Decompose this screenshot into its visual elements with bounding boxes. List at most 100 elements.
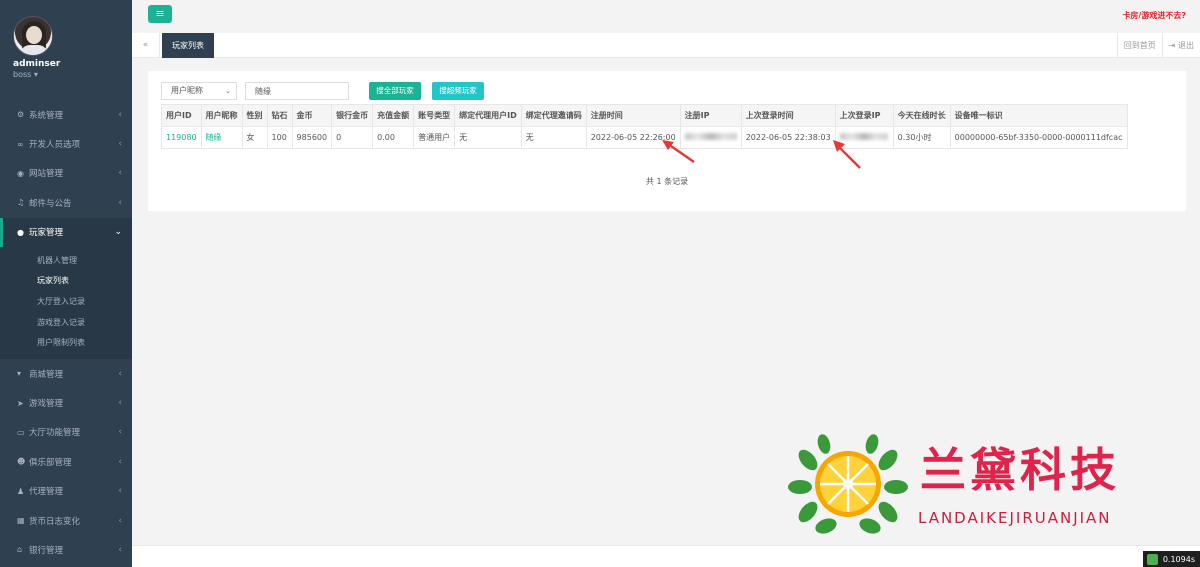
sidebar-subitem-player-list[interactable]: 玩家列表: [0, 271, 132, 292]
orange-logo-icon: [788, 434, 908, 534]
user-role-dropdown[interactable]: boss ▾: [13, 70, 38, 79]
sidebar-item-agent[interactable]: ♟ 代理管理 ‹: [0, 476, 132, 505]
chevron-left-icon: ‹: [118, 139, 122, 150]
sidebar-menu: ⚙ 系统管理 ‹ ∞ 开发人员选项 ‹ ◉ 网站管理 ‹ ♫ 邮件与公告 ‹ ● 玩家管理 ⌄ 机器…: [0, 100, 132, 565]
gender-cell: 女: [241, 126, 268, 149]
sidebar-item-club[interactable]: ☻ 俱乐部管理 ‹: [0, 447, 132, 476]
chevron-left-icon: ‹: [118, 168, 122, 179]
column-header[interactable]: 今天在线时长: [892, 104, 951, 127]
money-icon: ▦: [17, 516, 25, 526]
chevron-left-icon: ‹: [118, 398, 122, 408]
search-exact-players-button[interactable]: 搜超频玩家: [432, 82, 484, 100]
agent-icon: ♟: [17, 486, 25, 496]
chevron-left-icon: ‹: [118, 456, 122, 467]
link-icon: ∞: [17, 139, 24, 149]
help-link[interactable]: 卡房/游戏进不去?: [1122, 10, 1186, 21]
sidebar-subitem-user-limits[interactable]: 用户限制列表: [0, 332, 132, 353]
column-header[interactable]: 绑定代理邀请码: [520, 104, 587, 127]
device-id-cell: 00000000-65bf-3350-0000-0000111dfcac: [949, 126, 1128, 149]
account-type-cell: 普通用户: [413, 126, 456, 149]
sidebar-item-currency-log[interactable]: ▦ 货币日志变化 ‹: [0, 506, 132, 535]
globe-icon: ◉: [17, 168, 24, 178]
sidebar-subitem-game-login[interactable]: 游戏登入记录: [0, 312, 132, 333]
column-header[interactable]: 用户ID: [161, 104, 202, 127]
sidebar-item-website[interactable]: ◉ 网站管理 ‹: [0, 159, 132, 188]
players-submenu: 机器人管理 玩家列表 大厅登入记录 游戏登入记录 用户限制列表: [0, 246, 132, 359]
annotation-arrow-register: [662, 140, 695, 163]
chevron-left-icon: ‹: [118, 427, 122, 438]
chevron-left-icon: ‹: [118, 486, 122, 497]
column-header[interactable]: 绑定代理用户ID: [454, 104, 522, 127]
table-row: 119080 随缘 女 100 985600 0 0.00 普通用户 无 无 2…: [161, 126, 1128, 149]
chevron-left-icon: ‹: [118, 368, 122, 379]
bank-gold-cell: 0: [331, 126, 374, 149]
double-chevron-left-icon: «: [142, 40, 149, 50]
gears-icon: ⚙: [17, 110, 25, 120]
footer: 0.1094s: [132, 545, 1200, 567]
column-header[interactable]: 金币: [291, 104, 333, 127]
tab-bar: « 玩家列表 回到首页 ⇥ 退出: [132, 33, 1200, 58]
rocket-icon: ➤: [17, 398, 24, 408]
table-header-row: 用户ID 用户昵称 性别 钻石 金币 银行金币 充值金额 账号类型 绑定代理用户…: [161, 104, 1128, 127]
column-header[interactable]: 充值金额: [372, 104, 415, 127]
user-id-link[interactable]: 119080: [161, 126, 202, 149]
column-header[interactable]: 注册IP: [679, 104, 742, 127]
diamond-cell: 100: [266, 126, 293, 149]
bank-icon: ⌂: [17, 545, 23, 555]
online-duration-cell: 0.30小时: [892, 126, 951, 149]
record-count: 共 1 条记录: [645, 177, 689, 186]
column-header[interactable]: 上次登录IP: [834, 104, 894, 127]
avatar[interactable]: [13, 16, 53, 56]
username: adminser: [13, 59, 61, 69]
column-header[interactable]: 设备唯一标识: [949, 104, 1128, 127]
recharge-cell: 0.00: [372, 126, 415, 149]
chevron-down-icon: ⌄: [225, 87, 231, 95]
user-icon: ●: [17, 227, 24, 237]
sidebar-item-players[interactable]: ● 玩家管理 ⌄: [0, 217, 132, 247]
annotation-arrow-last-login: [833, 140, 861, 169]
sidebar-item-system[interactable]: ⚙ 系统管理 ‹: [0, 100, 132, 129]
search-input[interactable]: [245, 82, 349, 100]
player-table: 用户ID 用户昵称 性别 钻石 金币 银行金币 充值金额 账号类型 绑定代理用户…: [161, 104, 1128, 149]
column-header[interactable]: 用户昵称: [200, 104, 243, 127]
chevron-down-icon: ⌄: [114, 227, 122, 238]
logout-button[interactable]: ⇥ 退出: [1161, 33, 1200, 58]
column-header[interactable]: 性别: [241, 104, 268, 127]
sidebar-item-lobby[interactable]: ▭ 大厅功能管理 ‹: [0, 418, 132, 447]
load-timer-badge: 0.1094s: [1142, 551, 1200, 567]
column-header[interactable]: 账号类型: [413, 104, 456, 127]
home-button[interactable]: 回到首页: [1116, 33, 1162, 58]
column-header[interactable]: 钻石: [266, 104, 293, 127]
sidebar-item-bank[interactable]: ⌂ 银行管理 ‹: [0, 535, 132, 564]
sidebar-item-games[interactable]: ➤ 游戏管理 ‹: [0, 388, 132, 417]
users-icon: ☻: [17, 457, 26, 467]
menu-toggle-button[interactable]: ≡: [148, 5, 172, 23]
sidebar-item-mail[interactable]: ♫ 邮件与公告 ‹: [0, 188, 132, 217]
sidebar-item-developer[interactable]: ∞ 开发人员选项 ‹: [0, 129, 132, 158]
agent-uid-cell: 无: [454, 126, 522, 149]
sidebar-item-shop[interactable]: ▾ 商城管理 ‹: [0, 359, 132, 388]
watermark-title: 兰黛科技: [920, 443, 1120, 497]
tab-player-list[interactable]: 玩家列表: [162, 33, 214, 58]
sidebar-subitem-robots[interactable]: 机器人管理: [0, 250, 132, 271]
column-header[interactable]: 注册时间: [585, 104, 681, 127]
search-all-players-button[interactable]: 搜全部玩家: [369, 82, 421, 100]
column-header[interactable]: 上次登录时间: [740, 104, 836, 127]
gold-cell: 985600: [291, 126, 333, 149]
tab-scroll-left-button[interactable]: «: [132, 33, 160, 58]
nickname-link[interactable]: 随缘: [200, 126, 243, 149]
hamburger-icon: ≡: [155, 7, 165, 20]
last-login-time-cell: 2022-06-05 22:38:03: [740, 126, 836, 149]
chevron-left-icon: ‹: [118, 515, 122, 526]
filter-bar: 用户昵称⌄ 搜全部玩家 搜超频玩家: [161, 82, 1161, 100]
watermark: 兰黛科技 LANDAIKEJIRUANJIAN: [788, 432, 1178, 537]
search-field-select[interactable]: 用户昵称 ⌄: [161, 82, 237, 100]
column-header[interactable]: 银行金币: [331, 104, 374, 127]
top-bar: ≡ 卡房/游戏进不去?: [132, 0, 1200, 30]
cart-icon: ▾: [17, 369, 22, 379]
watermark-subtitle: LANDAIKEJIRUANJIAN: [918, 509, 1112, 527]
sidebar-subitem-lobby-login[interactable]: 大厅登入记录: [0, 291, 132, 312]
chevron-left-icon: ‹: [118, 544, 122, 555]
chevron-left-icon: ‹: [118, 197, 122, 208]
sidebar: adminser boss ▾ ⚙ 系统管理 ‹ ∞ 开发人员选项 ‹ ◉ 网站管理 ‹ ♫…: [0, 0, 132, 567]
